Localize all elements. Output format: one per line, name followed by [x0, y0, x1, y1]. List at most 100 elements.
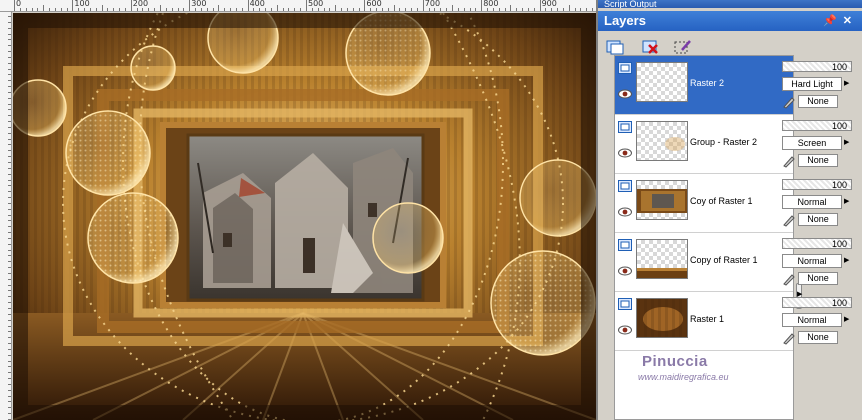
ruler-minor-tick	[8, 39, 11, 41]
ruler-minor-tick	[586, 8, 588, 11]
ruler-minor-tick	[411, 8, 413, 11]
layer-thumbnail	[636, 180, 688, 220]
ruler-minor-tick	[49, 8, 51, 11]
script-output-titlebar[interactable]: Script Output	[598, 0, 862, 8]
lock-state[interactable]: None	[798, 272, 838, 285]
dropdown-arrow-icon[interactable]: ▶	[844, 313, 852, 327]
edit-selection-icon[interactable]	[672, 37, 694, 57]
ruler-minor-tick	[60, 8, 62, 11]
ruler-minor-tick	[8, 33, 11, 35]
ruler-minor-tick	[31, 8, 33, 11]
script-output-title: Script Output	[604, 0, 657, 8]
opacity-slider[interactable]: 100	[782, 297, 852, 308]
ruler-minor-tick	[183, 8, 185, 11]
ruler-minor-tick	[416, 8, 418, 11]
ruler-minor-tick	[8, 16, 11, 17]
layer-row[interactable]: Raster 2	[615, 56, 793, 115]
image-canvas[interactable]	[13, 13, 596, 420]
watermark-site: www.maidiregrafica.eu	[638, 372, 729, 382]
layer-name: Raster 1	[690, 314, 725, 324]
layer-row[interactable]: Copy of Raster 1	[615, 233, 793, 292]
layer-row[interactable]: Raster 1	[615, 292, 793, 351]
visibility-eye-icon[interactable]	[618, 266, 632, 276]
opacity-slider[interactable]: 100	[782, 120, 852, 131]
ruler-minor-tick	[8, 348, 11, 350]
ruler-label: 100	[74, 0, 90, 8]
ruler-minor-tick	[533, 8, 535, 11]
vertical-ruler	[0, 12, 12, 420]
visibility-eye-icon[interactable]	[618, 207, 632, 217]
ruler-minor-tick	[165, 8, 167, 11]
ruler-minor-tick	[527, 8, 529, 11]
horizontal-ruler: 0 100 200 300 400 500 600 700 800 900	[0, 0, 596, 12]
ruler-minor-tick	[393, 5, 395, 11]
close-icon[interactable]: ✕	[843, 15, 858, 27]
pen-lock-icon[interactable]	[782, 213, 796, 227]
ruler-minor-tick	[405, 8, 407, 11]
ruler-minor-tick	[8, 366, 11, 368]
new-layer-icon[interactable]	[604, 37, 626, 57]
delete-layer-icon[interactable]	[640, 37, 662, 57]
dropdown-arrow-icon[interactable]: ▶	[844, 77, 852, 91]
layer-name: Coy of Raster 1	[690, 196, 753, 206]
layer-mask-icon[interactable]	[618, 180, 632, 192]
ruler-minor-tick	[580, 8, 582, 11]
layer-row[interactable]: Group - Raster 2	[615, 115, 793, 174]
ruler-minor-tick	[142, 8, 144, 11]
ruler-minor-tick	[557, 8, 559, 11]
ruler-minor-tick	[8, 378, 11, 380]
layers-title: Layers	[604, 13, 646, 28]
ruler-minor-tick	[84, 8, 86, 11]
visibility-eye-icon[interactable]	[618, 89, 632, 99]
visibility-eye-icon[interactable]	[618, 325, 632, 335]
lock-state[interactable]: None	[798, 331, 838, 344]
visibility-eye-icon[interactable]	[618, 148, 632, 158]
layer-mask-icon[interactable]	[618, 62, 632, 74]
ruler-minor-tick	[8, 284, 11, 286]
pen-lock-icon[interactable]	[782, 272, 796, 286]
ruler-minor-tick	[574, 8, 576, 11]
ruler-minor-tick	[8, 80, 11, 82]
dropdown-arrow-icon[interactable]: ▶	[844, 254, 852, 268]
ruler-minor-tick	[358, 8, 360, 11]
lock-state[interactable]: None	[798, 95, 838, 108]
dropdown-arrow-icon[interactable]: ▶	[844, 136, 852, 150]
ruler-minor-tick	[8, 237, 11, 239]
ruler-minor-tick	[8, 173, 11, 175]
layer-mask-icon[interactable]	[618, 121, 632, 133]
blend-mode-select[interactable]: Hard Light	[782, 77, 842, 91]
ruler-minor-tick	[492, 8, 494, 11]
canvas-artwork	[13, 13, 596, 420]
ruler-minor-tick	[428, 8, 430, 11]
opacity-slider[interactable]: 100	[782, 179, 852, 190]
ruler-minor-tick	[434, 8, 436, 11]
blend-mode-select[interactable]: Normal	[782, 313, 842, 327]
opacity-value: 100	[831, 239, 847, 249]
opacity-slider[interactable]: 100	[782, 61, 852, 72]
pen-lock-icon[interactable]	[782, 331, 796, 345]
dropdown-arrow-icon[interactable]: ▶	[844, 195, 852, 209]
lock-state[interactable]: None	[798, 154, 838, 167]
pen-lock-icon[interactable]	[782, 95, 796, 109]
ruler-minor-tick	[504, 8, 506, 11]
opacity-slider[interactable]: 100	[782, 238, 852, 249]
blend-mode-select[interactable]: Normal	[782, 195, 842, 209]
lock-state[interactable]: None	[798, 213, 838, 226]
blend-mode-select[interactable]: Normal	[782, 254, 842, 268]
ruler-minor-tick	[8, 115, 11, 117]
ruler-minor-tick	[241, 8, 243, 11]
ruler-minor-tick	[376, 8, 378, 11]
ruler-minor-tick	[568, 5, 570, 11]
layer-row[interactable]: Coy of Raster 1	[615, 174, 793, 233]
blend-mode-select[interactable]: Screen	[782, 136, 842, 150]
layer-mask-icon[interactable]	[618, 298, 632, 310]
ruler-minor-tick	[95, 8, 97, 11]
ruler-minor-tick	[8, 331, 11, 333]
layers-titlebar[interactable]: Layers 📌✕	[598, 11, 862, 31]
ruler-minor-tick	[212, 8, 214, 11]
layer-mask-icon[interactable]	[618, 239, 632, 251]
ruler-minor-tick	[8, 296, 11, 298]
ruler-minor-tick	[224, 8, 226, 11]
pin-icon[interactable]: 📌	[823, 15, 843, 27]
pen-lock-icon[interactable]	[782, 154, 796, 168]
